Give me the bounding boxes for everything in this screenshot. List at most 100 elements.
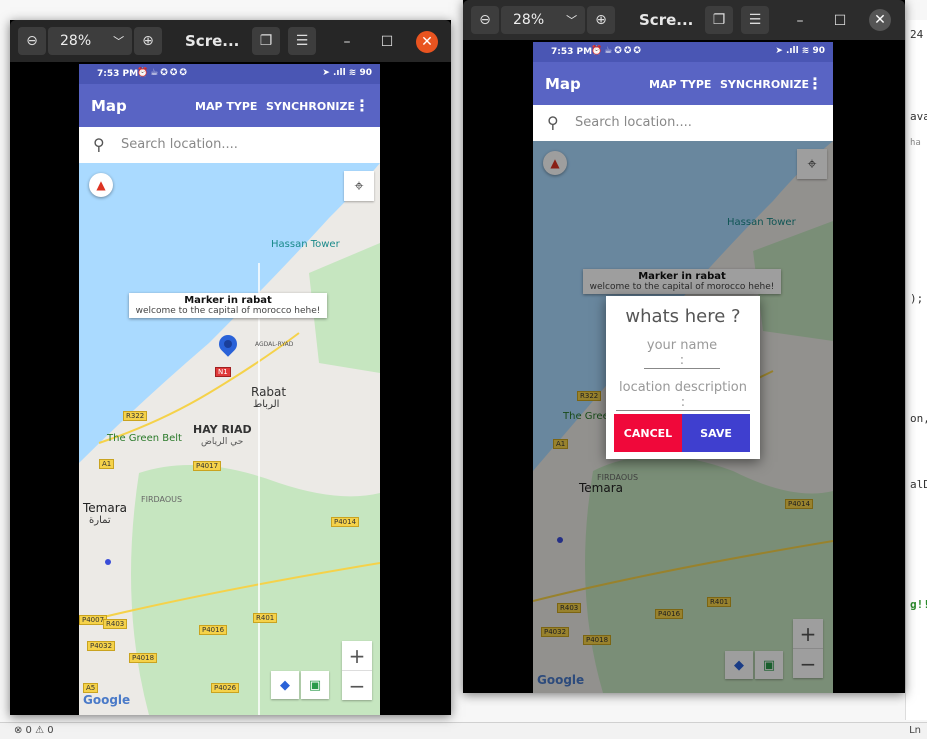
titlebar: ⊖ 28% ﹀ ⊕ Scre... ❐ ☰ – ☐ ✕ — [463, 0, 905, 40]
location-dot — [105, 559, 111, 565]
road-tag: A5 — [83, 683, 99, 693]
road-tag: R401 — [253, 613, 278, 623]
zoom-level-select[interactable]: 28% ﹀ — [48, 27, 132, 55]
maximize-button[interactable]: ☐ — [829, 10, 851, 32]
district-label: HAY RIAD — [193, 423, 252, 436]
phone-screen: 7:53 PM ⏰☕✪✪✪ ➤ .ıll ≋ 90 Map MAP TYPE S… — [533, 42, 833, 693]
road-tag: P4014 — [331, 517, 360, 527]
minimize-button[interactable]: – — [789, 10, 811, 32]
search-input[interactable]: Search location.... — [121, 137, 238, 152]
road-tag: A1 — [99, 459, 115, 469]
map-type-button[interactable]: MAP TYPE — [649, 78, 711, 91]
zoom-out-icon[interactable]: − — [342, 670, 372, 700]
status-bar: 7:53 PM ⏰☕✪✪✪ ➤ .ıll ≋ 90 — [79, 64, 380, 84]
code-editor-fragment: 24 ava ha ); on, alD g!! — [905, 20, 927, 720]
app-title: Map — [91, 97, 127, 115]
road-tag: P4016 — [199, 625, 228, 635]
map-type-button[interactable]: MAP TYPE — [195, 100, 257, 113]
clock: 7:53 PM — [97, 69, 139, 79]
zoom-in-button[interactable]: ⊕ — [134, 27, 162, 55]
district-label: AGDAL-RYAD — [255, 341, 294, 348]
district-label: FIRDAOUS — [141, 495, 183, 504]
minimize-button[interactable]: – — [336, 31, 358, 53]
name-input[interactable]: your name : — [644, 338, 720, 369]
city-label-arabic: تمارة — [89, 515, 111, 526]
road-tag: R403 — [103, 619, 128, 629]
search-icon: ⚲ — [93, 135, 105, 154]
city-label-arabic: الرباط — [253, 399, 280, 410]
synchronize-button[interactable]: SYNCHRONIZE — [266, 100, 355, 113]
chevron-down-icon: ﹀ — [566, 14, 578, 27]
map-view[interactable]: ▲ ⌖ Hassan Tower AGDAL-RYAD Rabat الرباط… — [79, 163, 380, 715]
app-bar: Map MAP TYPE SYNCHRONIZE ⋮ — [79, 84, 380, 127]
maximize-button[interactable]: ☐ — [376, 31, 398, 53]
save-button[interactable]: SAVE — [682, 414, 750, 452]
app-bar: Map MAP TYPE SYNCHRONIZE ⋮ — [533, 62, 833, 105]
titlebar: ⊖ 28% ﹀ ⊕ Scre... ❐ ☰ – ☐ ✕ — [10, 20, 451, 62]
road-tag: R322 — [123, 411, 148, 421]
city-label: Temara — [83, 501, 128, 515]
zoom-level-select[interactable]: 28% ﹀ — [501, 6, 585, 34]
zoom-in-icon[interactable]: + — [342, 641, 372, 670]
poi-label: Hassan Tower — [271, 239, 340, 250]
compass-icon[interactable]: ▲ — [89, 173, 113, 197]
zoom-controls: + − — [342, 641, 372, 700]
zoom-out-button[interactable]: ⊖ — [471, 6, 499, 34]
battery-indicator: ➤ .ıll ≋ 90 — [322, 68, 372, 78]
more-options-icon[interactable]: ⋮ — [807, 74, 823, 93]
chevron-down-icon: ﹀ — [113, 35, 125, 48]
code-fragment: ha — [910, 138, 921, 148]
more-options-icon[interactable]: ⋮ — [354, 96, 370, 115]
menu-button[interactable]: ☰ — [288, 27, 316, 55]
search-icon: ⚲ — [547, 113, 559, 132]
phone-screen: 7:53 PM ⏰☕✪✪✪ ➤ .ıll ≋ 90 Map MAP TYPE S… — [79, 64, 380, 715]
city-label: Rabat — [251, 385, 287, 399]
code-fragment: ava — [910, 110, 927, 123]
battery-level: 90 — [359, 68, 372, 78]
close-button[interactable]: ✕ — [416, 31, 438, 53]
screenshot-viewer-window-1: ⊖ 28% ﹀ ⊕ Scre... ❐ ☰ – ☐ ✕ 7:53 PM ⏰☕✪✪… — [10, 20, 451, 715]
window-title: Scre... — [639, 11, 694, 29]
code-fragment: g!! — [910, 598, 927, 611]
road-tag: N1 — [215, 367, 231, 377]
screenshot-viewer-window-2: ⊖ 28% ﹀ ⊕ Scre... ❐ ☰ – ☐ ✕ 7:53 PM ⏰☕✪✪… — [463, 0, 905, 693]
search-input[interactable]: Search location.... — [575, 115, 692, 130]
road-tag: P4017 — [193, 461, 222, 471]
close-button[interactable]: ✕ — [869, 9, 891, 31]
dialog-title: whats here ? — [625, 306, 741, 327]
zoom-out-button[interactable]: ⊖ — [18, 27, 46, 55]
status-icons: ⏰☕✪✪✪ — [137, 68, 189, 78]
cancel-button[interactable]: CANCEL — [614, 414, 682, 452]
search-bar[interactable]: ⚲ Search location.... — [79, 127, 380, 164]
copy-button[interactable]: ❐ — [252, 27, 280, 55]
clock: 7:53 PM — [551, 47, 593, 57]
cursor-position: Ln — [909, 725, 921, 736]
google-logo: Google — [83, 693, 131, 707]
code-fragment: 24 — [910, 28, 924, 41]
menu-button[interactable]: ☰ — [741, 6, 769, 34]
add-location-dialog: whats here ? your name : location descri… — [606, 296, 760, 459]
marker-info-window[interactable]: Marker in rabat welcome to the capital o… — [129, 293, 327, 318]
zoom-level: 28% — [60, 33, 92, 49]
description-input[interactable]: location description : — [616, 380, 750, 411]
directions-icon[interactable]: ◆ — [271, 671, 299, 699]
window-title: Scre... — [185, 32, 240, 50]
road-tag: P4018 — [129, 653, 158, 663]
code-fragment: on, — [910, 412, 927, 425]
search-bar[interactable]: ⚲ Search location.... — [533, 105, 833, 142]
zoom-level: 28% — [513, 12, 545, 28]
problems-count[interactable]: ⊗ 0 ⚠ 0 — [14, 725, 54, 736]
marker-snippet: welcome to the capital of morocco hehe! — [135, 306, 321, 316]
google-maps-icon[interactable]: ▣ — [301, 671, 329, 699]
zoom-in-button[interactable]: ⊕ — [587, 6, 615, 34]
road-tag: P4026 — [211, 683, 240, 693]
my-location-icon[interactable]: ⌖ — [344, 171, 374, 201]
road-tag: P4032 — [87, 641, 116, 651]
status-icons: ⏰☕✪✪✪ — [591, 46, 643, 56]
park-label: The Green Belt — [107, 433, 182, 444]
synchronize-button[interactable]: SYNCHRONIZE — [720, 78, 809, 91]
district-label-arabic: حي الرياض — [201, 437, 244, 447]
code-fragment: ); — [910, 292, 924, 305]
battery-indicator: ➤ .ıll ≋ 90 — [775, 46, 825, 56]
copy-button[interactable]: ❐ — [705, 6, 733, 34]
